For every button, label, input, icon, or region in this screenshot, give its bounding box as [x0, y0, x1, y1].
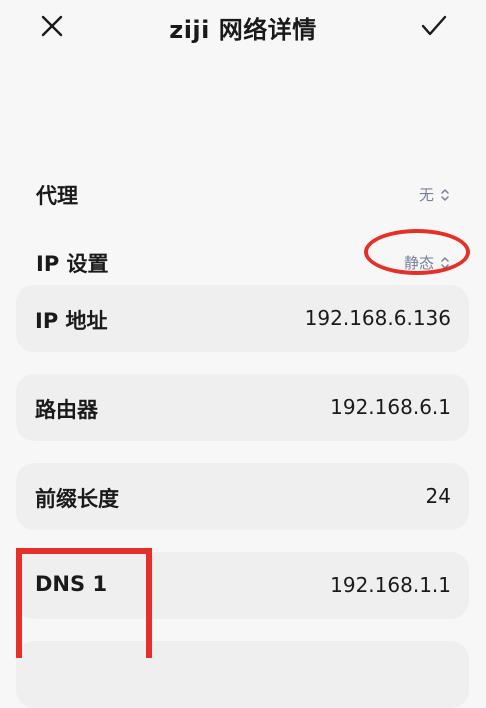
proxy-row[interactable]: 代理 无 [0, 170, 486, 218]
proxy-selector[interactable]: 无 [419, 184, 450, 205]
ip-address-field[interactable]: IP 地址 192.168.6.136 [16, 285, 469, 352]
proxy-value: 无 [418, 186, 434, 204]
field-value: 192.168.1.1 [330, 573, 451, 597]
field-label: 路由器 [35, 398, 98, 422]
field-label: IP 地址 [35, 309, 108, 333]
field-value: 24 [425, 484, 451, 508]
annotation-oval [364, 229, 470, 275]
checkmark-icon [421, 15, 447, 36]
prefix-length-field[interactable]: 前缀长度 24 [16, 463, 469, 530]
annotation-rectangle [16, 548, 152, 658]
chevron-updown-icon [441, 188, 449, 201]
field-value: 192.168.6.136 [304, 306, 451, 330]
proxy-label: 代理 [36, 184, 78, 208]
ip-settings-label: IP 设置 [36, 252, 109, 276]
field-value: 192.168.6.1 [330, 395, 451, 419]
confirm-button[interactable] [414, 6, 454, 46]
field-label: 前缀长度 [35, 487, 119, 511]
router-field[interactable]: 路由器 192.168.6.1 [16, 374, 469, 441]
network-details-screen: ziji 网络详情 代理 无 IP 设置 静态 IP 地址 192.168.6.… [0, 0, 486, 708]
top-bar: ziji 网络详情 [0, 0, 486, 56]
